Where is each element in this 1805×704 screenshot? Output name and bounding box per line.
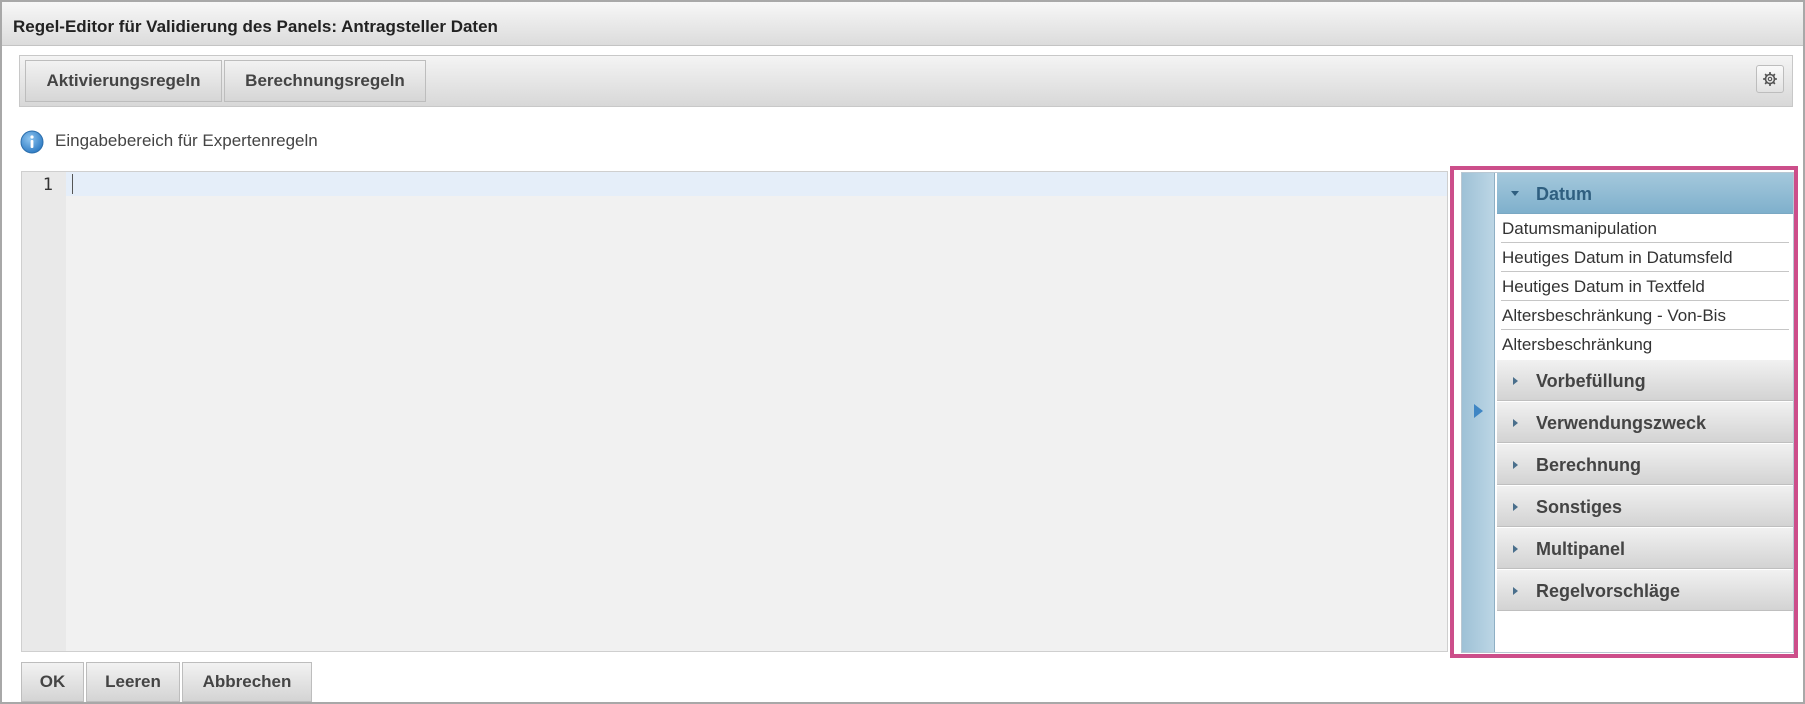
accordion-label: Multipanel [1536, 539, 1625, 559]
rule-type-toolbar: Aktivierungsregeln Berechnungsregeln [19, 55, 1793, 107]
accordion-label: Regelvorschläge [1536, 581, 1681, 601]
active-line [66, 172, 1447, 196]
ok-button[interactable]: OK [21, 662, 84, 702]
clear-button[interactable]: Leeren [86, 662, 180, 702]
template-item[interactable]: Heutiges Datum in Textfeld [1501, 272, 1789, 301]
accordion-header-multipanel[interactable]: Multipanel [1497, 528, 1793, 569]
activation-rules-tab[interactable]: Aktivierungsregeln [25, 60, 222, 102]
accordion-header-datum[interactable]: Datum [1497, 173, 1793, 214]
accordion-items-datum: Datumsmanipulation Heutiges Datum in Dat… [1497, 214, 1793, 359]
panel-collapse-bar[interactable] [1462, 173, 1495, 652]
accordion-vorbefuellung: Vorbefüllung [1497, 360, 1793, 401]
line-number-gutter: 1 [22, 172, 66, 651]
caret-right-icon [1513, 503, 1518, 511]
template-item[interactable]: Altersbeschränkung - Von-Bis [1501, 301, 1789, 330]
caret-right-icon [1513, 545, 1518, 553]
accordion-label: Vorbefüllung [1536, 371, 1646, 391]
caret-right-icon [1513, 377, 1518, 385]
dialog-title: Regel-Editor für Validierung des Panels:… [13, 17, 498, 36]
caret-right-icon [1513, 419, 1518, 427]
cancel-button[interactable]: Abbrechen [182, 662, 312, 702]
caret-right-icon [1513, 461, 1518, 469]
accordion-header-berechnung[interactable]: Berechnung [1497, 444, 1793, 485]
caret-down-icon [1511, 191, 1519, 196]
triangle-right-icon [1474, 404, 1483, 418]
dialog-titlebar[interactable]: Regel-Editor für Validierung des Panels:… [2, 2, 1803, 46]
template-item[interactable]: Heutiges Datum in Datumsfeld [1501, 243, 1789, 272]
accordion-multipanel: Multipanel [1497, 528, 1793, 569]
template-item[interactable]: Datumsmanipulation [1501, 214, 1789, 243]
accordion-label: Sonstiges [1536, 497, 1623, 517]
accordion-header-regelvorschlaege[interactable]: Regelvorschläge [1497, 570, 1793, 611]
accordion-header-vorbefuellung[interactable]: Vorbefüllung [1497, 360, 1793, 401]
accordion-sonstiges: Sonstiges [1497, 486, 1793, 527]
caret-right-icon [1513, 587, 1518, 595]
accordion-header-verwendungszweck[interactable]: Verwendungszweck [1497, 402, 1793, 443]
gear-icon [1763, 72, 1777, 86]
settings-button[interactable] [1756, 65, 1784, 93]
info-icon [20, 130, 44, 154]
text-cursor [72, 174, 73, 194]
accordion-berechnung: Berechnung [1497, 444, 1793, 485]
info-text: Eingabebereich für Expertenregeln [55, 131, 318, 150]
accordion-regelvorschlaege: Regelvorschläge [1497, 570, 1793, 611]
accordion-datum: Datum Datumsmanipulation Heutiges Datum … [1497, 173, 1793, 359]
template-item[interactable]: Altersbeschränkung [1501, 330, 1789, 359]
accordion-verwendungszweck: Verwendungszweck [1497, 402, 1793, 443]
accordion-label: Berechnung [1536, 455, 1642, 475]
line-number: 1 [42, 175, 53, 195]
accordion-header-sonstiges[interactable]: Sonstiges [1497, 486, 1793, 527]
calculation-rules-tab[interactable]: Berechnungsregeln [224, 60, 426, 102]
accordion-label: Datum [1536, 184, 1593, 204]
rule-editor-dialog: Regel-Editor für Validierung des Panels:… [0, 0, 1805, 704]
rule-templates-panel: Datum Datumsmanipulation Heutiges Datum … [1461, 172, 1794, 653]
rule-code-editor[interactable]: 1 [21, 171, 1448, 652]
accordion-label: Verwendungszweck [1536, 413, 1707, 433]
